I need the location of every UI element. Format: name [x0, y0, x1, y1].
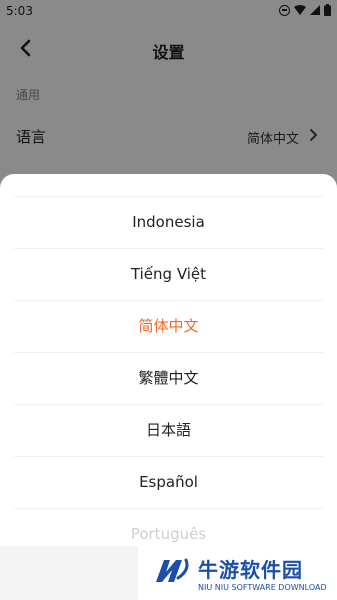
site-watermark: 牛游软件园 NIU NIU SOFTWARE DOWNLOAD — [138, 546, 337, 600]
language-option-indonesia[interactable]: Indonesia — [14, 196, 323, 248]
niuniu-logo-icon — [156, 558, 189, 582]
bottom-bar-area — [0, 546, 138, 600]
language-option-vietnamese[interactable]: Tiếng Việt — [14, 248, 323, 300]
language-option-traditional-chinese[interactable]: 繁體中文 — [14, 352, 323, 404]
watermark-subtitle: NIU NIU SOFTWARE DOWNLOAD — [198, 583, 327, 592]
language-picker-sheet: Indonesia Tiếng Việt 简体中文 繁體中文 日本語 Españ… — [0, 174, 337, 600]
language-option-simplified-chinese[interactable]: 简体中文 — [14, 300, 323, 352]
watermark-title: 牛游软件园 — [198, 558, 303, 582]
language-option-spanish[interactable]: Español — [14, 456, 323, 508]
language-option-japanese[interactable]: 日本語 — [14, 404, 323, 456]
